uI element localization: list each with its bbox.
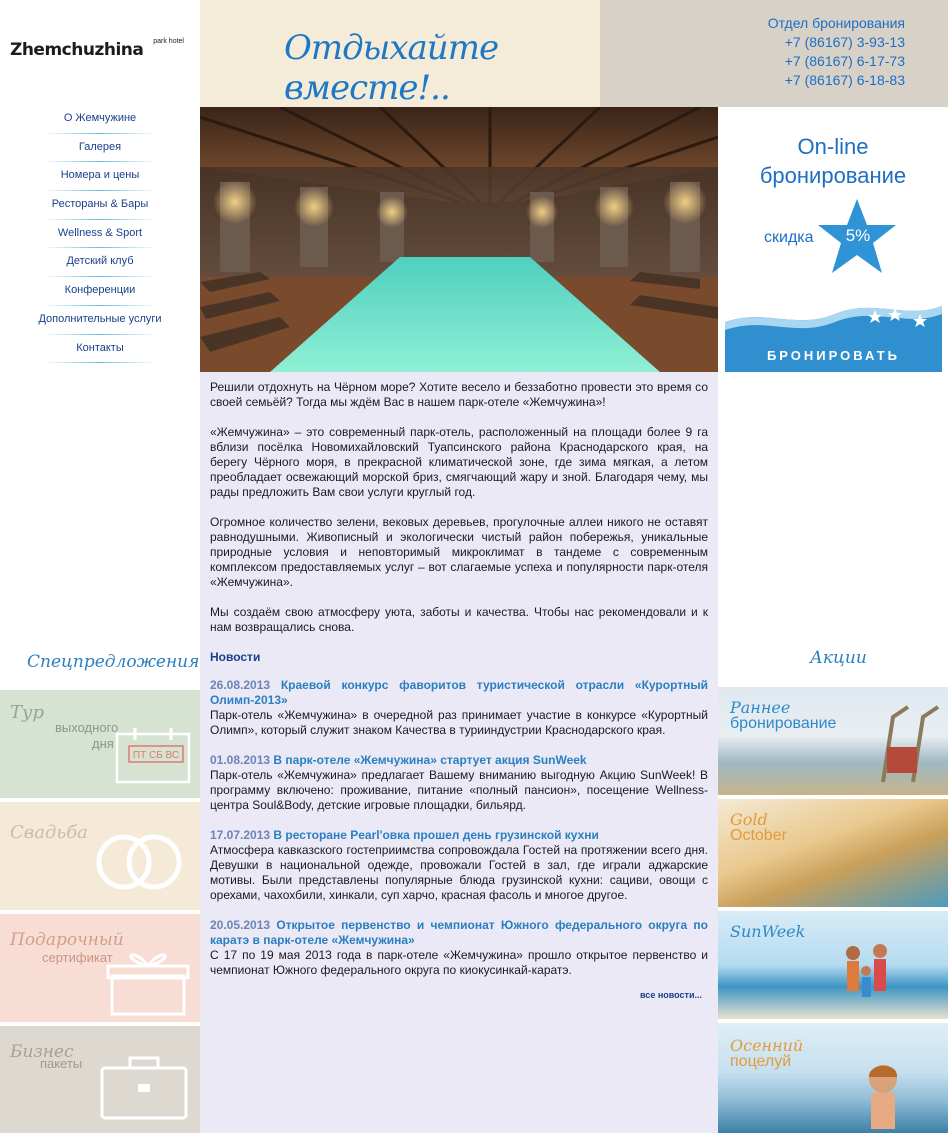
pool-image [200, 107, 718, 372]
promotions-title: Акции [810, 648, 867, 668]
center-column: Отдыхайте вместе!.. Решили отдохнуть на … [200, 0, 718, 1133]
header-slogan-area: Отдыхайте вместе!.. [200, 0, 600, 108]
news-date: 01.08.2013 [210, 753, 271, 767]
nav-item-restaurants[interactable]: Рестораны & Бары [25, 191, 175, 220]
rings-icon [96, 834, 182, 890]
right-column: On-line бронирование 5% скидка БРОНИРОВА… [718, 107, 948, 1133]
discount-star-icon: 5% [818, 199, 896, 273]
booking-department: Отдел бронирования +7 (86167) 3-93-13 +7… [768, 14, 905, 90]
news-item: 26.08.2013 Краевой конкурс фаворитов тур… [210, 678, 708, 738]
calendar-icon: ПТ СБ ВС [115, 728, 191, 784]
promo-wedding[interactable]: Свадьба [0, 802, 200, 910]
news-item: 01.08.2013 В парк-отеле «Жемчужина» стар… [210, 753, 708, 813]
calendar-days: ПТ СБ ВС [133, 750, 179, 761]
online-booking-promo[interactable]: On-line бронирование [718, 132, 948, 190]
intro-paragraph-2: «Жемчужина» – это современный парк-отель… [210, 425, 708, 499]
news-title-link[interactable]: В парк-отеле «Жемчужина» стартует акция … [273, 753, 586, 767]
online-line1: On-line [797, 134, 869, 159]
promo-sunweek-label: SunWeek [730, 922, 806, 941]
news-title-link[interactable]: В ресторане Pearl'овка прошел день грузи… [273, 828, 599, 842]
woman-splash-icon [868, 1065, 898, 1129]
intro-paragraph-3: Огромное количество зелени, вековых дере… [210, 515, 708, 589]
news-item: 17.07.2013 В ресторане Pearl'овка прошел… [210, 828, 708, 903]
promo-early-line2: бронирование [730, 715, 837, 732]
news-title-link[interactable]: Открытое первенство и чемпионат Южного ф… [210, 918, 708, 947]
slogan: Отдыхайте вместе!.. [284, 28, 499, 108]
news-text: Атмосфера кавказского гостеприимства соп… [210, 843, 708, 902]
phone-number[interactable]: +7 (86167) 6-17-73 [768, 52, 905, 71]
phone-number[interactable]: +7 (86167) 6-18-83 [768, 71, 905, 90]
promo-gold-line1: Gold [730, 810, 768, 829]
nav-item-wellness[interactable]: Wellness & Sport [25, 220, 175, 249]
news-title-link[interactable]: Краевой конкурс фаворитов туристической … [210, 678, 708, 707]
nav-item-gallery[interactable]: Галерея [25, 134, 175, 163]
book-button[interactable]: БРОНИРОВАТЬ [725, 300, 942, 372]
intro-paragraph-1: Решили отдохнуть на Чёрном море? Хотите … [210, 380, 708, 409]
news-text: Парк-отель «Жемчужина» предлагает Вашему… [210, 768, 708, 812]
promo-autumn-line2: поцелуй [730, 1053, 792, 1070]
news-text: С 17 по 19 мая 2013 года в парк-отеле «Ж… [210, 948, 708, 977]
promo-gold-line2: October [730, 827, 787, 844]
discount-label: скидка [764, 229, 814, 246]
nav-item-about[interactable]: О Жемчужине [25, 105, 175, 134]
all-news-link[interactable]: все новости... [640, 990, 702, 1000]
news-heading: Новости [210, 650, 261, 664]
nav-item-conferences[interactable]: Конференции [25, 277, 175, 306]
promo-autumn-line1: Осенний [730, 1036, 804, 1055]
nav-item-contacts[interactable]: Контакты [25, 335, 175, 364]
booking-title: Отдел бронирования [767, 15, 905, 31]
intro-paragraph-4: Мы создаём свою атмосферу уюта, заботы и… [210, 605, 708, 634]
discount-value: 5% [846, 226, 871, 245]
promo-gift-line2: сертификат [42, 950, 113, 965]
phone-number[interactable]: +7 (86167) 3-93-13 [768, 33, 905, 52]
pool-photo [200, 107, 718, 372]
left-column: Zhemchuzhina park hotel О Жемчужине Гале… [0, 0, 200, 1133]
promo-gift-certificate[interactable]: Подарочный сертификат [0, 914, 200, 1022]
promo-tour-line1: Тур [10, 702, 44, 723]
gift-box-icon [106, 953, 190, 1016]
nav-item-rooms[interactable]: Номера и цены [25, 162, 175, 191]
promo-early-line1: Раннее [730, 698, 791, 717]
news-item: 20.05.2013 Открытое первенство и чемпион… [210, 918, 708, 978]
promo-business-line2: пакеты [40, 1056, 83, 1071]
nav-item-kids-club[interactable]: Детский клуб [25, 248, 175, 277]
logo-text: Zhemchuzhina [10, 40, 144, 60]
news-text: Парк-отель «Жемчужина» в очередной раз п… [210, 708, 708, 737]
promo-wedding-label: Свадьба [10, 822, 88, 843]
promo-sunweek[interactable]: SunWeek [718, 911, 948, 1019]
online-line2: бронирование [759, 163, 907, 188]
nav-item-extra-services[interactable]: Дополнительные услуги [25, 306, 175, 335]
logo-subtext: park hotel [153, 38, 184, 45]
header-booking-area: Отдел бронирования +7 (86167) 3-93-13 +7… [600, 0, 948, 107]
promo-business-packages[interactable]: Бизнес пакеты [0, 1026, 200, 1133]
main-content: Решили отдохнуть на Чёрном море? Хотите … [210, 380, 708, 993]
hotel-logo[interactable]: Zhemchuzhina park hotel [10, 38, 192, 64]
book-button-label: БРОНИРОВАТЬ [766, 348, 901, 363]
news-date: 26.08.2013 [210, 678, 271, 692]
family-figures-icon [846, 944, 887, 997]
promo-gold-october[interactable]: Gold October [718, 799, 948, 907]
promo-tour-line3: дня [92, 736, 114, 751]
special-offers-title: Спецпредложения [27, 652, 200, 672]
main-navigation: О Жемчужине Галерея Номера и цены Рестор… [25, 105, 175, 363]
promo-weekend-tour[interactable]: Тур выходного дня ПТ СБ ВС [0, 690, 200, 798]
promo-tour-line2: выходного [55, 720, 119, 735]
promo-autumn-kiss[interactable]: Осенний поцелуй [718, 1023, 948, 1133]
ladder-icon [881, 705, 940, 783]
promo-early-booking[interactable]: Раннее бронирование [718, 687, 948, 795]
news-date: 20.05.2013 [210, 918, 271, 932]
news-date: 17.07.2013 [210, 828, 271, 842]
briefcase-icon [100, 1056, 188, 1120]
